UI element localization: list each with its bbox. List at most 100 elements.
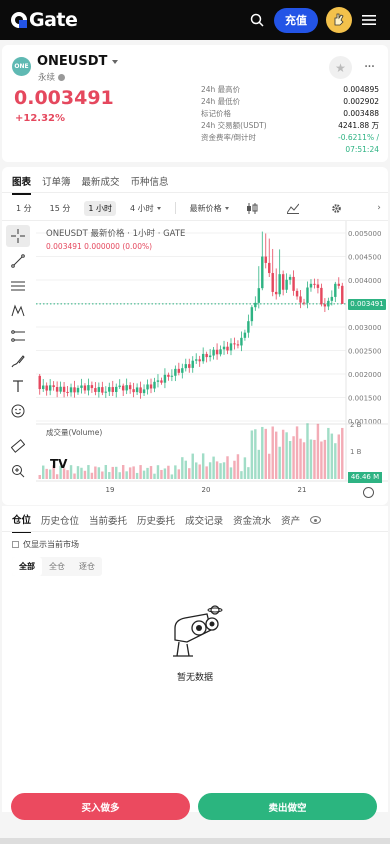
tab-positions-6[interactable]: 资产: [281, 513, 300, 532]
candle-body: [149, 384, 153, 389]
avatar[interactable]: [326, 7, 352, 33]
tab-positions-0[interactable]: 仓位: [12, 512, 32, 533]
ruler-icon[interactable]: [6, 435, 30, 457]
sell-short-button[interactable]: 卖出做空: [198, 793, 377, 820]
favorite-star-icon[interactable]: ★: [329, 56, 352, 79]
volume-bar: [80, 467, 83, 479]
volume-bar: [135, 472, 139, 479]
candle-body: [233, 343, 236, 345]
candle-body: [139, 387, 142, 394]
info-icon[interactable]: [58, 73, 66, 81]
candle-type-icon[interactable]: [245, 202, 259, 214]
fib-icon[interactable]: [6, 325, 30, 347]
volume-bar: [219, 463, 222, 479]
deposit-button[interactable]: 充值: [274, 7, 318, 33]
brush-icon[interactable]: [6, 350, 30, 372]
interval-option[interactable]: 15 分: [46, 201, 75, 216]
volume-bar: [201, 453, 205, 479]
candle-body: [264, 256, 267, 263]
chevron-down-icon: [156, 206, 161, 210]
settings-gear-icon[interactable]: [329, 202, 343, 214]
interval-label: 4 小时: [130, 203, 154, 213]
contract-type-label: 永续: [38, 73, 56, 83]
menu-icon[interactable]: [358, 9, 380, 31]
candle-body: [108, 387, 111, 392]
stat-label: 24h 交易额(USDT): [201, 121, 267, 130]
stat-label: 资金费率/倒计时: [201, 133, 257, 142]
volume-tag: 46.46 M: [348, 472, 382, 483]
candle-body: [181, 368, 184, 373]
candle-body: [205, 353, 208, 358]
price-type-select[interactable]: 最新价格: [186, 201, 233, 216]
price-chart[interactable]: 0.0050000.0045000.0040000.0035000.003000…: [36, 221, 388, 505]
candle-body: [236, 344, 240, 346]
volume-bar: [177, 469, 181, 479]
gate-logo[interactable]: Gate: [10, 9, 78, 31]
candle-body: [288, 276, 292, 280]
volume-bar: [101, 471, 104, 479]
volume-bar: [191, 453, 194, 479]
stat-value: 0.004895: [343, 85, 379, 94]
chevron-right-icon[interactable]: ›: [372, 202, 386, 214]
tab-positions-1[interactable]: 历史仓位: [41, 513, 79, 532]
candle-body: [257, 288, 261, 303]
emoji-icon[interactable]: [6, 400, 30, 422]
interval-option[interactable]: 1 小时: [84, 200, 117, 216]
horizontal-lines-icon[interactable]: [6, 275, 30, 297]
candle-body: [167, 374, 170, 377]
ticker-stats: 24h 最高价 0.004895 24h 最低价 0.002902 标记价格 0.0034…: [201, 84, 379, 156]
reset-chart-icon[interactable]: [363, 487, 374, 498]
candle-body: [243, 332, 247, 338]
volume-bar: [264, 428, 267, 479]
margin-mode-option[interactable]: 全部: [12, 557, 42, 576]
x-tick-label: 19: [106, 486, 115, 494]
candle-body: [146, 384, 149, 390]
contract-type: 永续: [38, 71, 66, 83]
interval-option[interactable]: 1 分: [12, 201, 36, 216]
pattern-icon[interactable]: [6, 300, 30, 322]
candle-body: [184, 364, 188, 369]
bottom-bar: [0, 838, 390, 844]
symbol-selector[interactable]: ONEUSDT: [37, 54, 119, 69]
volume-bar: [132, 466, 135, 479]
volume-bar: [45, 468, 48, 479]
volume-bar: [194, 462, 198, 479]
candle-body: [278, 274, 281, 295]
eye-icon[interactable]: [310, 516, 322, 524]
margin-mode-option[interactable]: 逐仓: [72, 557, 102, 576]
candle-body: [292, 276, 295, 291]
more-icon[interactable]: ···: [359, 57, 379, 77]
tab-positions-5[interactable]: 资金流水: [233, 513, 271, 532]
volume-bar: [320, 441, 323, 479]
interval-option[interactable]: 4 小时: [126, 201, 165, 216]
candle-body: [128, 385, 132, 390]
candle-body: [327, 300, 330, 307]
candle-body: [337, 283, 341, 286]
volume-bar: [337, 434, 341, 479]
trend-line-icon[interactable]: [6, 250, 30, 272]
y-tick-label: 0.002000: [348, 371, 381, 379]
coin-icon: ONE: [12, 57, 31, 76]
search-icon[interactable]: [246, 9, 268, 31]
volume-bar: [111, 466, 114, 479]
volume-bar: [73, 473, 76, 479]
tab-positions-3[interactable]: 历史委托: [137, 513, 175, 532]
candle-body: [170, 375, 174, 377]
candle-body: [274, 291, 278, 295]
indicator-icon[interactable]: [286, 202, 300, 214]
tab-positions-2[interactable]: 当前委托: [89, 513, 127, 532]
brand-name: Gate: [29, 9, 78, 31]
volume-bar: [198, 464, 201, 479]
only-current-market-checkbox[interactable]: 仅显示当前市场: [12, 539, 79, 550]
buy-long-button[interactable]: 买入做多: [11, 793, 190, 820]
candle-body: [212, 349, 215, 356]
crosshair-icon[interactable]: [6, 225, 30, 247]
text-tool-icon[interactable]: [6, 375, 30, 397]
margin-mode-option[interactable]: 全仓: [42, 557, 72, 576]
volume-bar: [146, 467, 149, 479]
volume-bar: [125, 471, 128, 479]
candle-body: [261, 256, 264, 289]
volume-bar: [104, 465, 108, 479]
zoom-in-icon[interactable]: [6, 460, 30, 482]
tab-positions-4[interactable]: 成交记录: [185, 513, 223, 532]
